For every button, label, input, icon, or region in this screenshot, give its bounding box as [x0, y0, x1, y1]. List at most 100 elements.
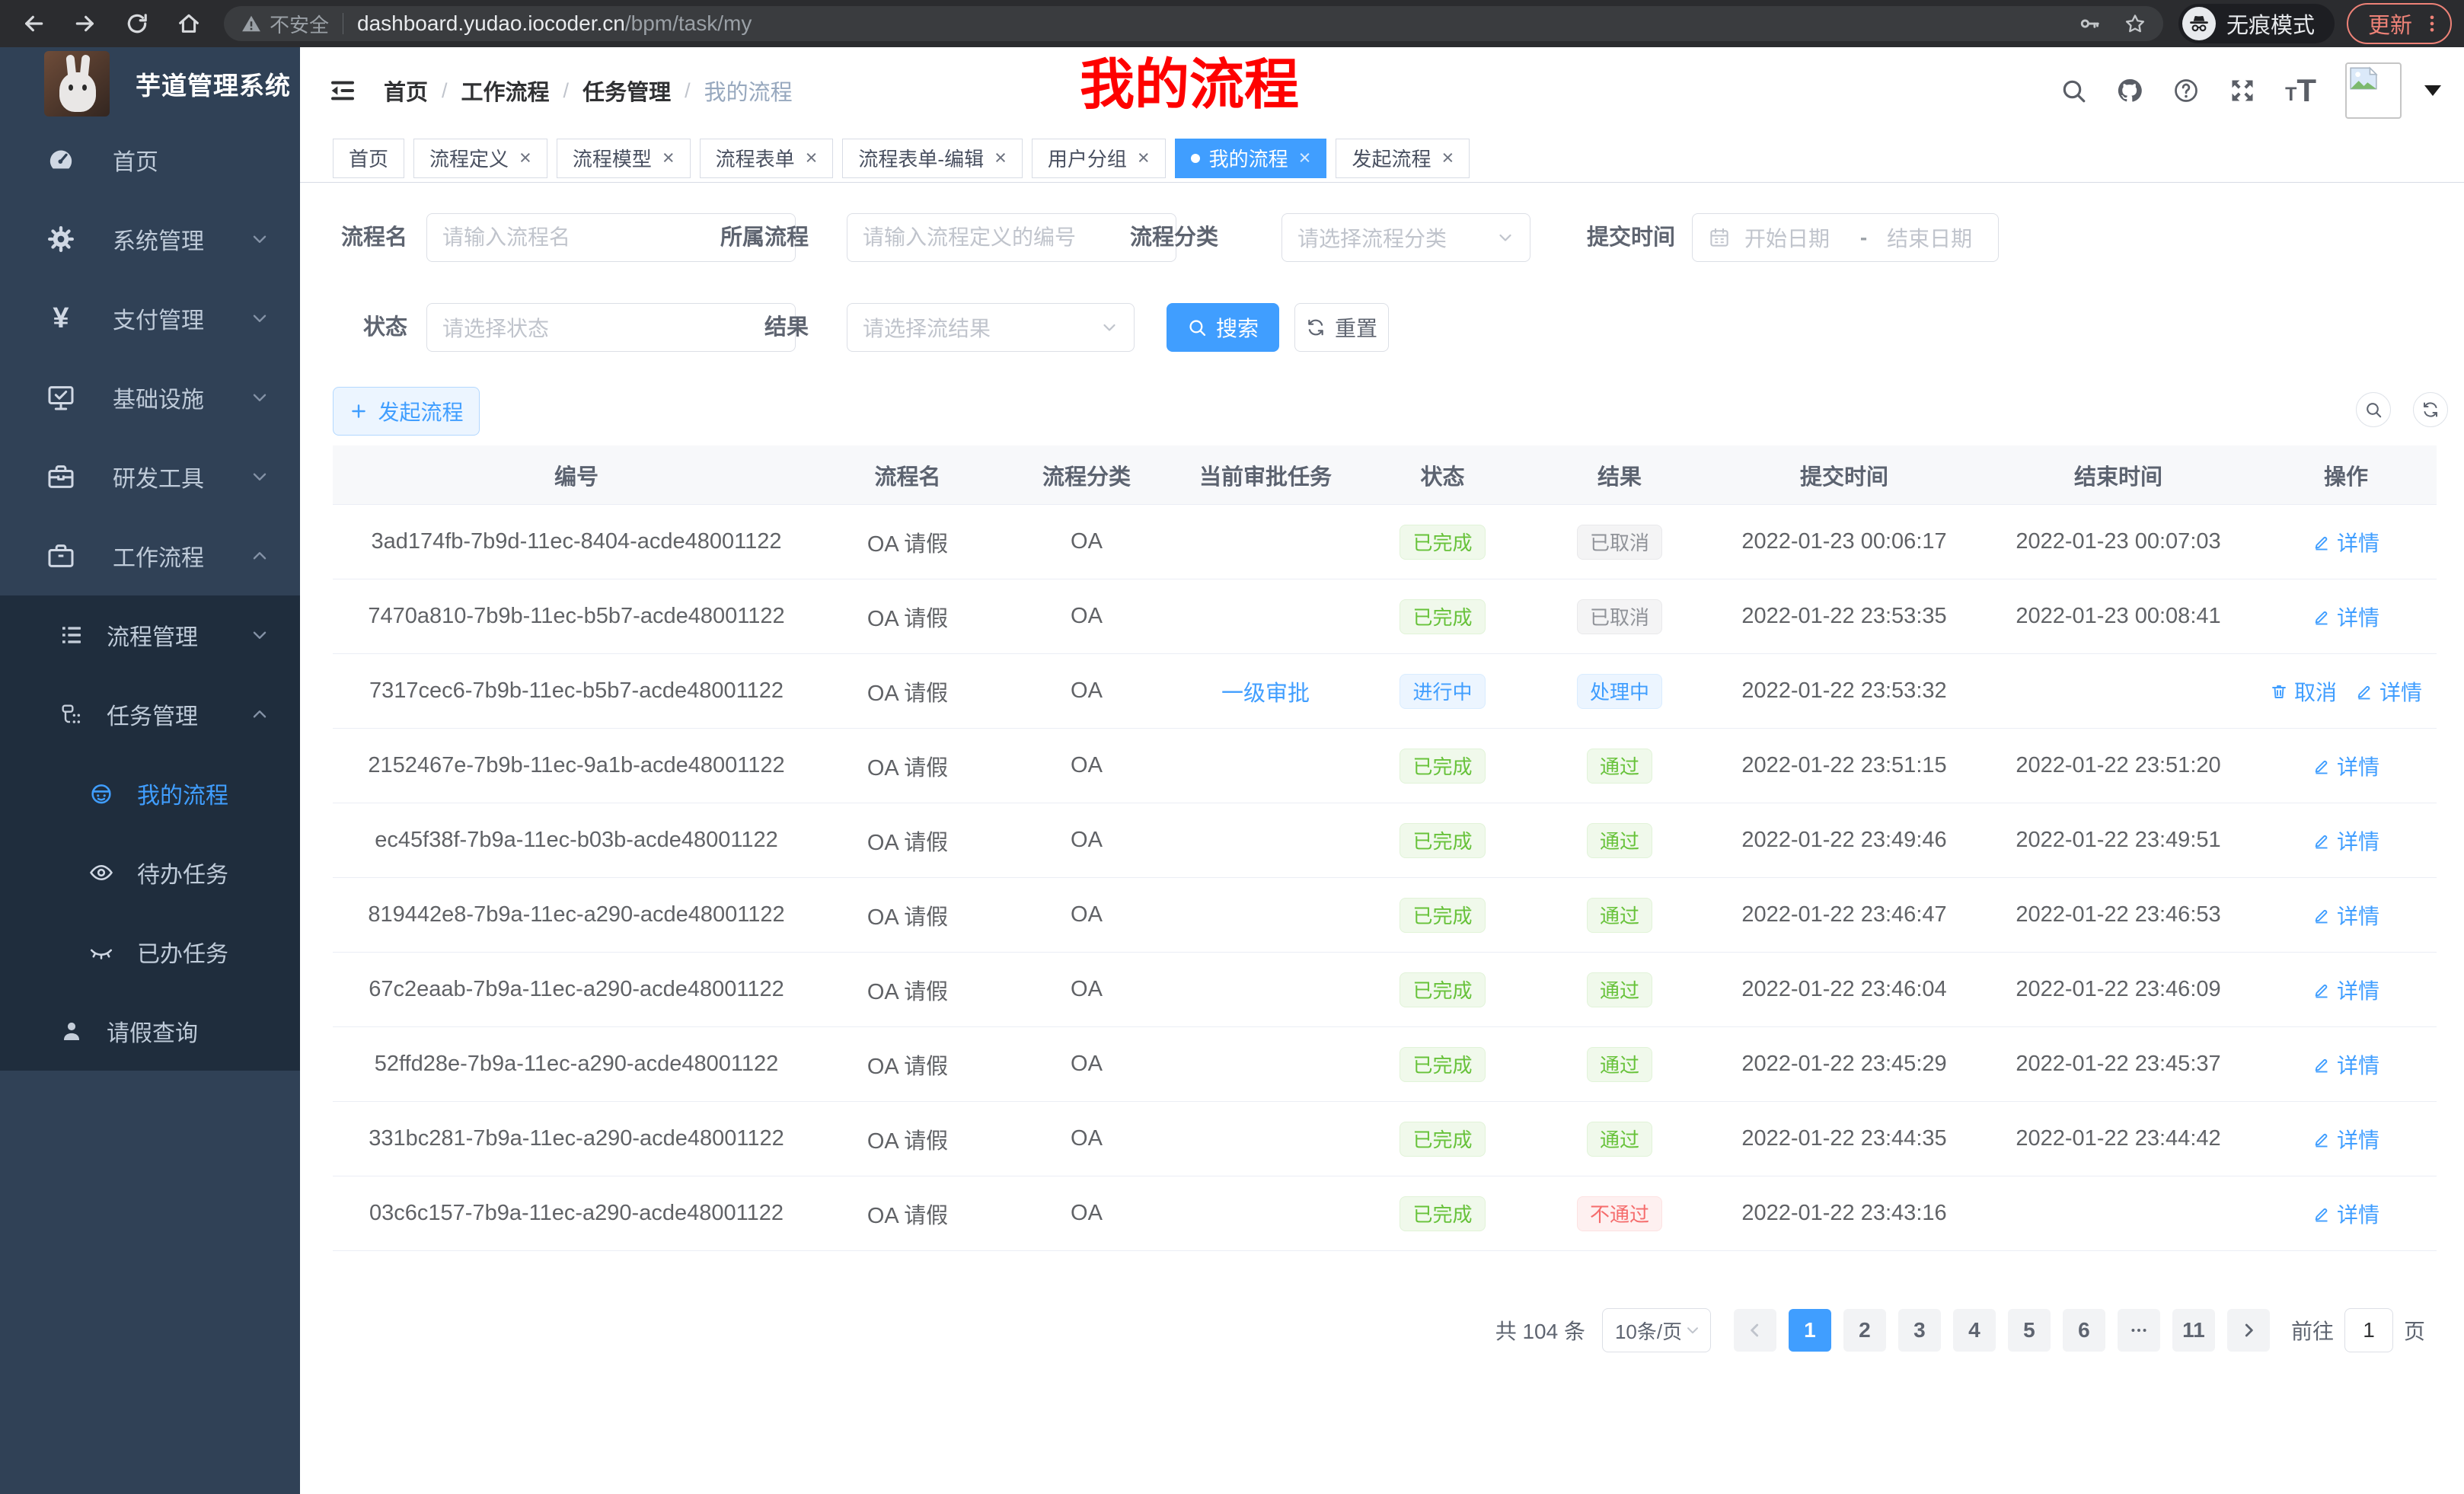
start-date-placeholder[interactable]: 开始日期 [1744, 222, 1840, 253]
close-icon[interactable]: × [519, 148, 531, 168]
search-button[interactable]: 搜索 [1167, 303, 1279, 352]
tab-process-form[interactable]: 流程表单× [700, 139, 834, 178]
fullscreen-icon[interactable] [2229, 77, 2256, 104]
result-select[interactable]: 请选择流结果 [847, 303, 1135, 352]
submit-time-range-picker[interactable]: 开始日期 - 结束日期 [1692, 213, 1999, 262]
tab-start-process[interactable]: 发起流程× [1336, 139, 1470, 178]
edit-icon [2312, 1130, 2331, 1148]
result-badge: 处理中 [1577, 674, 1662, 709]
update-button[interactable]: 更新 [2347, 3, 2452, 44]
start-process-button[interactable]: 发起流程 [333, 387, 480, 436]
pager-page-3[interactable]: 3 [1898, 1309, 1941, 1352]
sidebar-item-done-task[interactable]: 已办任务 [0, 912, 300, 991]
cell-current-task: 一级审批 [1178, 675, 1353, 707]
incognito-badge: 无痕模式 [2178, 4, 2335, 43]
breadcrumb-item[interactable]: 任务管理 [582, 75, 671, 107]
sidebar-item-task-management[interactable]: 任务管理 [0, 675, 300, 754]
result-badge: 已取消 [1577, 525, 1662, 560]
sidebar-item-leave-query[interactable]: 请假查询 [0, 991, 300, 1071]
url-bar[interactable]: 不安全 dashboard.yudao.iocoder.cn /bpm/task… [224, 6, 2163, 41]
close-icon[interactable]: × [1138, 148, 1150, 168]
category-select[interactable]: 请选择流程分类 [1281, 213, 1530, 262]
close-icon[interactable]: × [662, 148, 675, 168]
pager-more-icon[interactable] [2118, 1309, 2160, 1352]
sidebar-item-my-process[interactable]: 我的流程 [0, 754, 300, 833]
sidebar-item-dev-tools[interactable]: 研发工具 [0, 437, 300, 516]
close-icon[interactable]: × [1299, 148, 1311, 168]
sidebar-item-process-management[interactable]: 流程管理 [0, 595, 300, 675]
close-icon[interactable]: × [806, 148, 818, 168]
browser-home-icon[interactable] [177, 11, 201, 36]
pager-page-11[interactable]: 11 [2172, 1309, 2215, 1352]
browser-forward-icon[interactable] [73, 11, 97, 36]
sidebar-item-todo-task[interactable]: 待办任务 [0, 833, 300, 912]
cell-submit-time: 2022-01-22 23:53:32 [1707, 678, 1981, 704]
sidebar-toggle-icon[interactable] [327, 75, 358, 106]
tab-process-definition[interactable]: 流程定义× [413, 139, 547, 178]
pager-page-1[interactable]: 1 [1789, 1309, 1831, 1352]
breadcrumb-item[interactable]: 工作流程 [461, 75, 550, 107]
security-label[interactable]: 不安全 [270, 10, 329, 38]
detail-link[interactable]: 详情 [2312, 1199, 2379, 1229]
close-icon[interactable]: × [994, 148, 1007, 168]
refresh-table-button[interactable] [2413, 392, 2448, 427]
status-badge: 已完成 [1400, 823, 1485, 858]
tab-my-process[interactable]: 我的流程× [1175, 139, 1327, 178]
cancel-link[interactable]: 取消 [2270, 676, 2337, 707]
toggle-search-button[interactable] [2356, 392, 2391, 427]
chevron-down-icon[interactable] [2424, 85, 2441, 96]
github-icon[interactable] [2116, 77, 2143, 104]
navbar: 首页/工作流程/任务管理/我的流程 我的流程 TT [300, 47, 2464, 134]
eye-open-icon [88, 860, 114, 886]
browser-back-icon[interactable] [21, 11, 46, 36]
cell-process-name: OA 请假 [820, 526, 995, 558]
detail-link[interactable]: 详情 [2312, 751, 2379, 781]
pager-page-6[interactable]: 6 [2063, 1309, 2105, 1352]
sidebar-item-label: 首页 [113, 143, 158, 177]
pager-prev-button[interactable] [1734, 1309, 1776, 1352]
detail-link[interactable]: 详情 [2312, 602, 2379, 632]
sidebar-item-payment-management[interactable]: ¥支付管理 [0, 279, 300, 358]
app-logo[interactable]: 芋道管理系统 [0, 47, 300, 120]
menu-dots-icon[interactable] [2421, 13, 2443, 34]
sidebar-item-system-management[interactable]: 系统管理 [0, 200, 300, 279]
detail-link[interactable]: 详情 [2312, 900, 2379, 931]
cell-process-name: OA 请假 [820, 825, 995, 857]
tab-process-form-edit[interactable]: 流程表单-编辑× [842, 139, 1022, 178]
tab-user-group[interactable]: 用户分组× [1032, 139, 1166, 178]
sidebar-item-label: 基础设施 [113, 381, 204, 414]
bookmark-star-icon[interactable] [2124, 12, 2146, 35]
browser-reload-icon[interactable] [125, 11, 149, 36]
detail-link[interactable]: 详情 [2312, 825, 2379, 856]
page-size-select[interactable]: 10条/页 [1602, 1308, 1711, 1352]
font-size-icon[interactable]: TT [2285, 77, 2316, 104]
pager-page-5[interactable]: 5 [2008, 1309, 2051, 1352]
detail-link[interactable]: 详情 [2312, 527, 2379, 557]
close-icon[interactable]: × [1441, 148, 1454, 168]
password-key-icon[interactable] [2078, 12, 2101, 35]
broken-image-icon [2349, 66, 2378, 91]
detail-link[interactable]: 详情 [2312, 1124, 2379, 1154]
help-icon[interactable] [2172, 77, 2200, 104]
pager-next-button[interactable] [2227, 1309, 2270, 1352]
pager-page-2[interactable]: 2 [1843, 1309, 1886, 1352]
task-link[interactable]: 一级审批 [1221, 682, 1310, 706]
reset-button[interactable]: 重置 [1294, 303, 1389, 352]
end-date-placeholder[interactable]: 结束日期 [1887, 222, 1983, 253]
breadcrumb-item[interactable]: 首页 [384, 75, 428, 107]
cell-result: 通过 [1532, 898, 1707, 933]
pager-page-4[interactable]: 4 [1953, 1309, 1996, 1352]
goto-page-input[interactable] [2344, 1308, 2393, 1352]
sidebar-item-home[interactable]: 首页 [0, 120, 300, 200]
tab-home[interactable]: 首页 [333, 139, 404, 178]
cell-actions: 详情 [2255, 1124, 2437, 1154]
sidebar-item-workflow[interactable]: 工作流程 [0, 516, 300, 595]
avatar[interactable] [2345, 62, 2402, 119]
detail-link[interactable]: 详情 [2355, 676, 2422, 707]
page-content: 流程名 所属流程 流程分类 请选择流程分类 提交时间 开始日期 - 结束日期 状… [300, 183, 2464, 1494]
detail-link[interactable]: 详情 [2312, 1049, 2379, 1080]
tab-process-model[interactable]: 流程模型× [557, 139, 691, 178]
header-search-icon[interactable] [2060, 77, 2087, 104]
detail-link[interactable]: 详情 [2312, 975, 2379, 1005]
sidebar-item-infrastructure[interactable]: 基础设施 [0, 358, 300, 437]
